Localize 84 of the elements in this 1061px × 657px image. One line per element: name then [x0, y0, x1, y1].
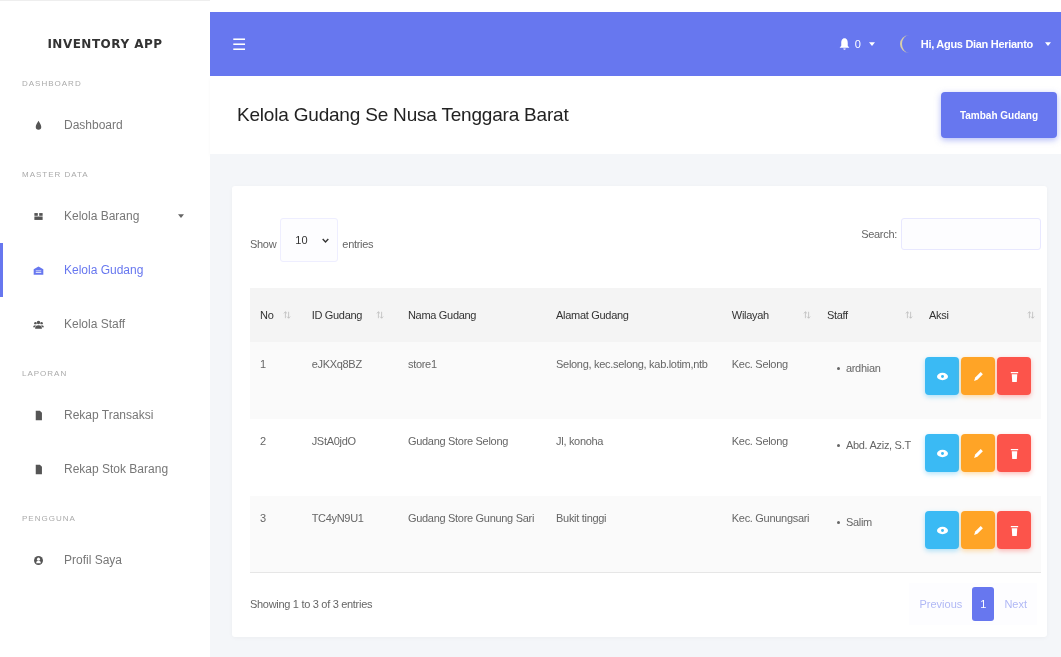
sidebar-section-heading: PENGGUNA	[21, 514, 77, 523]
delete-button[interactable]	[997, 434, 1032, 472]
caret-icon	[868, 42, 875, 47]
table-cell: TC4yN9U1	[311, 512, 364, 524]
file-icon	[33, 409, 44, 421]
table-cell: Kec. Selong	[731, 358, 788, 370]
table-cell: Selong, kec.selong, kab.lotim,ntb	[556, 358, 708, 370]
menu-button[interactable]: ☰	[232, 34, 246, 54]
sidebar-section-heading: DASHBOARD	[21, 79, 83, 88]
show-label: Show	[250, 238, 277, 250]
sidebar-item[interactable]: Rekap Transaksi	[0, 388, 210, 442]
pencil-icon	[972, 370, 984, 382]
app-brand: INVENTORY APP	[46, 36, 164, 53]
bell-icon	[837, 37, 851, 52]
sidebar-section-heading: MASTER DATA	[21, 170, 90, 179]
view-button[interactable]	[925, 434, 960, 472]
bullet-icon	[836, 443, 840, 447]
pencil-icon	[972, 447, 984, 459]
sort-icon	[376, 311, 385, 319]
column-header[interactable]: ID Gudang	[311, 309, 363, 321]
view-button[interactable]	[925, 357, 960, 395]
notification-button[interactable]: 0	[837, 37, 875, 52]
caret-icon	[1045, 42, 1051, 47]
column-header[interactable]: Staff	[826, 309, 848, 321]
chevron-down-icon	[322, 237, 330, 243]
eye-icon	[936, 370, 948, 382]
table-cell: Bukit tinggi	[556, 512, 607, 524]
bullet-icon	[836, 520, 840, 524]
table-cell: 2	[260, 435, 266, 447]
search-label: Search:	[861, 228, 897, 240]
table-cell: 1	[260, 358, 266, 370]
edit-button[interactable]	[961, 357, 996, 395]
table-cell: Kec. Gunungsari	[731, 512, 810, 524]
table-cell: Jl, konoha	[556, 435, 604, 447]
user-icon	[33, 554, 44, 566]
boxes-icon	[33, 210, 44, 222]
eye-icon	[936, 447, 948, 459]
table-cell: store1	[407, 358, 437, 370]
sort-icon	[802, 311, 811, 319]
sidebar-item[interactable]: Dashboard	[0, 98, 210, 152]
table-info: Showing 1 to 3 of 3 entries	[250, 598, 373, 610]
page-title: Kelola Gudang Se Nusa Tenggara Barat	[237, 104, 569, 127]
sort-icon	[283, 311, 292, 319]
add-warehouse-button[interactable]: Tambah Gudang	[941, 92, 1057, 139]
table-cell: Kec. Selong	[731, 435, 788, 447]
view-button[interactable]	[925, 511, 960, 549]
trash-icon	[1008, 524, 1020, 536]
table-cell: eJKXq8BZ	[311, 358, 362, 370]
edit-button[interactable]	[961, 511, 996, 549]
pencil-icon	[972, 524, 984, 536]
sidebar-section-heading: LAPORAN	[21, 369, 69, 378]
column-header[interactable]: Alamat Gudang	[556, 309, 629, 321]
staff-name: ardhian	[845, 362, 881, 374]
column-header[interactable]: No	[260, 309, 274, 321]
sidebar-item[interactable]: Profil Saya	[0, 533, 210, 587]
table-cell: 3	[260, 512, 266, 524]
caret-icon	[178, 214, 184, 218]
trash-icon	[1008, 447, 1020, 459]
table-cell: Gudang Store Selong	[407, 435, 509, 447]
warehouse-icon	[33, 264, 44, 276]
sidebar-item[interactable]: Kelola Staff	[0, 297, 210, 351]
page-size-select[interactable]: 10	[280, 218, 339, 262]
sort-icon	[905, 311, 914, 319]
sidebar-item[interactable]: Kelola Barang	[0, 189, 210, 243]
sort-icon	[1027, 311, 1035, 319]
staff-name: Abd. Aziz, S.T	[845, 439, 911, 451]
edit-button[interactable]	[961, 434, 996, 472]
eye-icon	[936, 524, 948, 536]
table-cell: JStA0jdO	[311, 435, 356, 447]
entries-label: entries	[342, 238, 374, 250]
page-button[interactable]: 1	[972, 587, 995, 621]
sidebar-item[interactable]: Rekap Stok Barang	[0, 442, 210, 496]
bullet-icon	[836, 366, 840, 370]
delete-button[interactable]	[997, 511, 1032, 549]
user-menu-button[interactable]: Hi, Agus Dian Herianto	[896, 33, 1051, 56]
column-header[interactable]: Wilayah	[731, 309, 769, 321]
delete-button[interactable]	[997, 357, 1032, 395]
file-icon	[33, 463, 44, 475]
staff-name: Salim	[845, 516, 872, 528]
users-icon	[33, 318, 44, 330]
column-header[interactable]: Nama Gudang	[407, 309, 477, 321]
column-header[interactable]: Aksi	[929, 309, 949, 321]
trash-icon	[1008, 370, 1020, 382]
table-cell: Gudang Store Gunung Sari	[407, 512, 535, 524]
